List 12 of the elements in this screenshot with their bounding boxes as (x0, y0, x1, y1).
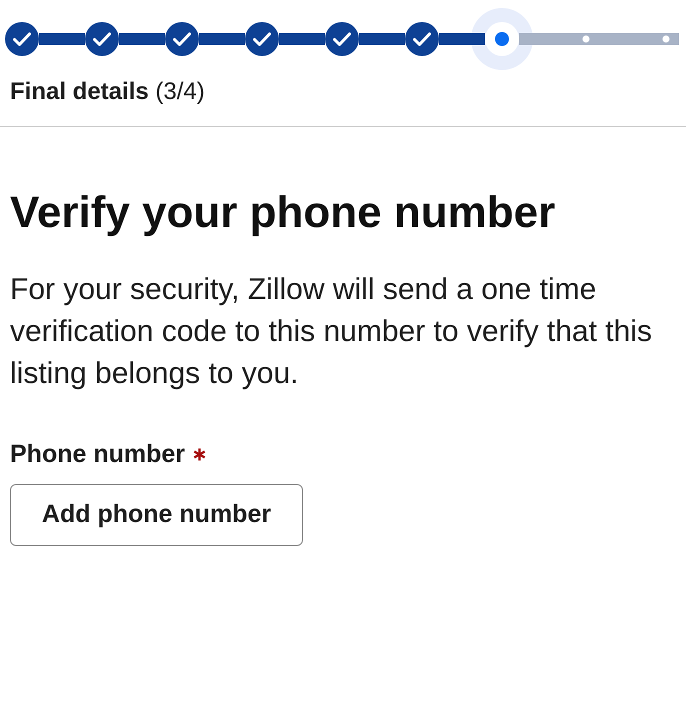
step-progress-label: Final details (3/4) (10, 77, 205, 107)
progress-bar-segment (519, 33, 573, 45)
progress-bar-segment (359, 33, 405, 45)
phone-number-label: Phone number (10, 439, 186, 470)
add-phone-number-button[interactable]: Add phone number (10, 484, 303, 546)
progress-bar-segment (279, 33, 325, 45)
progress-bar-segment (199, 33, 245, 45)
progress-bar-segment (439, 33, 485, 45)
page-heading: Verify your phone number (10, 187, 556, 239)
description-text: For your security, Zillow will send a one time verification code to this number to verify that this listing belongs to you. (10, 272, 653, 392)
progress-bar-segment (39, 33, 85, 45)
progress-bar-segment (119, 33, 165, 45)
